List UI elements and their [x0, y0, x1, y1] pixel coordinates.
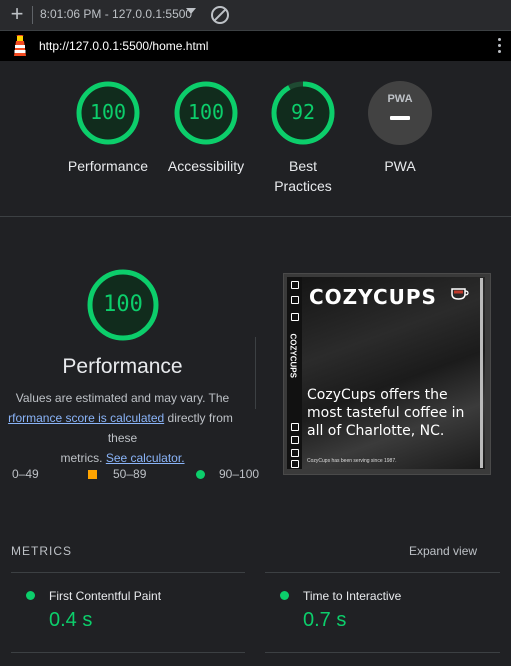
pass-circle-icon: [196, 470, 205, 479]
more-options-icon[interactable]: [498, 38, 502, 54]
home-icon: [291, 281, 299, 289]
legend-fail: 0–49: [12, 467, 39, 481]
pwa-dash-icon: [390, 116, 410, 120]
metrics-heading: METRICS: [11, 544, 72, 558]
section-divider: [0, 216, 511, 217]
screenshot-headline: CozyCups offers the most tasteful coffee…: [307, 387, 465, 439]
expand-view-toggle[interactable]: Expand view: [409, 544, 477, 558]
legend-average: 50–89: [113, 467, 147, 481]
metric-rule: [265, 572, 500, 573]
screenshot-scrollbar: [480, 278, 483, 468]
legend-pass: 90–100: [219, 467, 260, 481]
add-icon[interactable]: +: [8, 3, 26, 25]
performance-score-link[interactable]: rformance score is calculated: [8, 411, 164, 425]
desc-line1: Values are estimated and may vary. The: [15, 391, 230, 405]
pwa-badge-text: PWA: [387, 93, 413, 105]
metric-name-fcp: First Contentful Paint: [49, 589, 162, 603]
gauge-score-accessibility: 100: [187, 100, 225, 124]
screenshot-subtext: CozyCups has been serving since 1987.: [307, 458, 397, 464]
metric-rule: [265, 652, 500, 653]
metric-name-tti: Time to Interactive: [303, 589, 402, 603]
gauge-label-performance: Performance: [67, 158, 149, 174]
screenshot-brand: COZYCUPS: [309, 285, 437, 309]
metric-value-tti: 0.7 s: [303, 609, 347, 631]
pass-circle-icon: [280, 591, 289, 600]
coffee-cup-icon: [451, 288, 469, 300]
pwa-badge: [368, 81, 432, 145]
desc-line3: metrics.: [60, 451, 106, 465]
menu-icon: [291, 296, 299, 304]
gauge-score-performance: 100: [89, 100, 127, 124]
facebook-icon: [291, 436, 299, 444]
gauge-pwa[interactable]: [368, 81, 432, 145]
clear-icon[interactable]: [211, 6, 229, 24]
twitter-icon: [291, 449, 299, 457]
report-session-select[interactable]: 8:01:06 PM - 127.0.0.1:5500: [40, 7, 192, 21]
chevron-down-icon[interactable]: [186, 8, 196, 14]
vertical-divider: [255, 337, 256, 409]
average-square-icon: [88, 470, 97, 479]
page-url: http://127.0.0.1:5500/home.html: [39, 39, 209, 53]
gauge-label-accessibility: Accessibility: [167, 158, 245, 174]
performance-score: 100: [103, 292, 143, 317]
see-calculator-link[interactable]: See calculator.: [106, 451, 185, 465]
gauge-score-best-practices: 92: [290, 100, 316, 124]
instagram-icon: [291, 423, 299, 431]
metric-value-fcp: 0.4 s: [49, 609, 93, 631]
metric-rule: [11, 652, 245, 653]
mail-icon: [291, 313, 299, 321]
toolbar-divider: [32, 6, 33, 24]
lighthouse-logo-icon: [14, 35, 26, 56]
screenshot-side-brand: COZYCUPS: [288, 333, 298, 378]
youtube-icon: [291, 460, 299, 468]
gauge-label-best-practices: Best Practices: [248, 156, 358, 196]
performance-title: Performance: [62, 355, 183, 378]
gauge-label-best-practices-text: Best Practices: [274, 158, 332, 194]
metric-rule: [11, 572, 245, 573]
gauge-label-pwa: PWA: [384, 158, 416, 174]
pass-circle-icon: [26, 591, 35, 600]
performance-description: Values are estimated and may vary. The r…: [0, 388, 245, 468]
